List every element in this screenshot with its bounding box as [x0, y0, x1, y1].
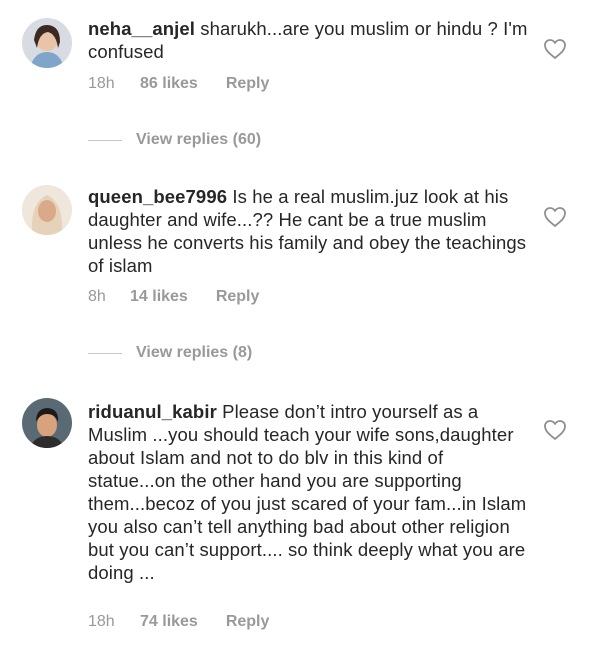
comment-meta: 8h 14 likes Reply [88, 288, 259, 306]
heart-outline-icon[interactable] [543, 419, 567, 441]
comment-username[interactable]: neha__anjel [88, 18, 195, 39]
comment-username[interactable]: queen_bee7996 [88, 186, 227, 207]
avatar[interactable] [22, 185, 72, 235]
comment-content: Please don’t intro yourself as a Muslim … [88, 401, 527, 583]
view-replies-button[interactable]: View replies (8) [88, 344, 252, 362]
comment-text: riduanul_kabir Please don’t intro yourse… [88, 400, 528, 584]
avatar[interactable] [22, 18, 72, 68]
reply-button[interactable]: Reply [226, 75, 270, 93]
comment-likes[interactable]: 14 likes [130, 288, 188, 306]
comment-meta: 18h 86 likes Reply [88, 75, 269, 93]
replies-divider [88, 139, 122, 141]
heart-outline-icon[interactable] [543, 38, 567, 60]
comment-meta: 18h 74 likes Reply [88, 613, 269, 631]
comment-likes[interactable]: 74 likes [140, 613, 198, 631]
comment-text: queen_bee7996 Is he a real muslim.juz lo… [88, 185, 528, 277]
avatar[interactable] [22, 398, 72, 448]
comment-likes[interactable]: 86 likes [140, 75, 198, 93]
comment-timestamp: 18h [88, 613, 115, 630]
comment-username[interactable]: riduanul_kabir [88, 401, 217, 422]
view-replies-label: View replies (8) [136, 344, 253, 361]
comment-timestamp: 18h [88, 75, 115, 92]
reply-button[interactable]: Reply [226, 613, 270, 631]
comment-timestamp: 8h [88, 288, 106, 305]
comment-text: neha__anjel sharukh...are you muslim or … [88, 17, 528, 63]
view-replies-label: View replies (60) [136, 131, 262, 148]
reply-button[interactable]: Reply [216, 288, 260, 306]
view-replies-button[interactable]: View replies (60) [88, 131, 261, 149]
heart-outline-icon[interactable] [543, 206, 567, 228]
replies-divider [88, 352, 122, 354]
comment-feed: neha__anjel sharukh...are you muslim or … [0, 0, 600, 645]
